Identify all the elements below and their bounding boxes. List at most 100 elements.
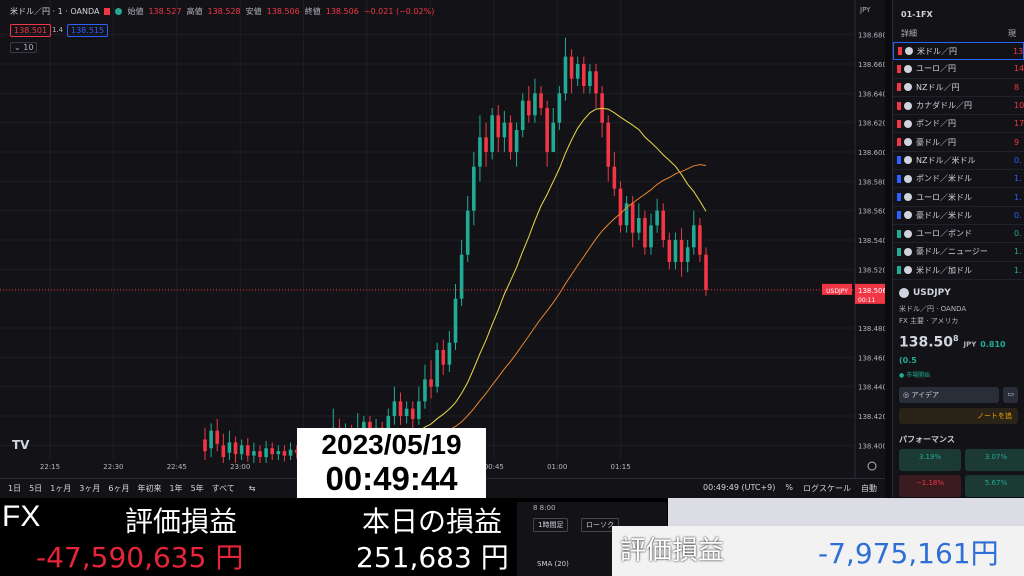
currency-icon — [904, 174, 912, 183]
idea-button[interactable]: ◎ アイデア — [899, 386, 1000, 403]
chart-pane[interactable]: 138.680 138.660 138.640 138.620 138.600 138.5… — [0, 0, 885, 497]
note-button[interactable]: ノートを追 — [899, 407, 1018, 424]
candle-body — [404, 408, 409, 416]
watchlist-item[interactable]: ユーロ／米ドル 1. — [893, 188, 1024, 207]
candle-body — [661, 210, 666, 240]
candle-body — [429, 379, 433, 387]
detail-symbol[interactable]: USDJPY — [913, 288, 951, 298]
candle-body — [221, 445, 226, 458]
price-tick-label: 138.520 — [858, 266, 885, 274]
watchlist-item-name: カナダドル／円 — [916, 101, 972, 111]
candle-body — [258, 451, 262, 458]
eval-value: -47,590,635 円 — [36, 541, 244, 574]
candle-body — [612, 166, 617, 189]
flag-icon — [897, 119, 901, 128]
idea-button-label: アイデア — [911, 390, 939, 399]
candle-body — [282, 451, 287, 456]
percent-toggle[interactable]: % — [785, 483, 793, 494]
watchlist-item[interactable]: NZドル／米ドル 0. — [893, 152, 1024, 171]
fx-label: FX — [2, 500, 41, 533]
candle-body — [655, 210, 659, 226]
price-tick-label: 138.420 — [858, 413, 885, 421]
watchlist-item[interactable]: ポンド／米ドル 1. — [893, 170, 1024, 189]
calendar-icon[interactable]: ⇆ — [249, 484, 256, 493]
watchlist-title[interactable]: 01-1FX — [893, 0, 1024, 25]
candlestick-chart[interactable]: 138.680 138.660 138.640 138.620 138.600 138.5… — [0, 0, 885, 478]
sma-slow-line — [443, 164, 707, 433]
performance-cell[interactable]: −1.18% — [899, 474, 961, 497]
watchlist-item[interactable]: 豪ドル／円 9 — [893, 133, 1024, 152]
performance-cell[interactable]: 3.07%1M — [965, 448, 1024, 482]
mini-interval-button[interactable]: 1時間足 — [533, 518, 569, 532]
symbol-title[interactable]: 米ドル／円 · 1 · OANDA — [10, 6, 99, 17]
watchlist-item[interactable]: ポンド／円 17 — [893, 115, 1024, 134]
range-button[interactable]: すべて — [212, 483, 235, 494]
candle-body — [233, 442, 238, 455]
low-value: 138.506 — [266, 7, 300, 16]
watchlist-item[interactable]: NZドル／円 8 — [893, 79, 1024, 97]
range-button[interactable]: 5日 — [29, 483, 42, 494]
candle-body — [447, 342, 452, 365]
today-label: 本日の損益 — [362, 505, 503, 538]
spread-value: 1.4 — [52, 26, 64, 34]
range-button[interactable]: 年初来 — [137, 483, 161, 494]
candle-body — [649, 225, 653, 248]
log-scale-toggle[interactable]: ログスケール — [803, 483, 851, 494]
performance-value: 3.19% — [918, 452, 942, 461]
watchlist-item[interactable]: 米ドル／加ドル 1. — [893, 262, 1024, 280]
watchlist-item[interactable]: ユーロ／ポンド 0. — [893, 225, 1024, 244]
flag-icon — [897, 156, 901, 165]
close-value: 138.506 — [325, 7, 359, 16]
eval2-value: -7,975,161円 — [818, 537, 999, 570]
range-button[interactable]: 1日 — [8, 483, 21, 494]
watchlist-item-name: ポンド／円 — [916, 119, 956, 129]
col-detail[interactable]: 詳細 — [901, 28, 917, 39]
candle-body — [465, 210, 470, 255]
price-tick-label: 138.600 — [858, 149, 885, 157]
candle-body — [679, 240, 684, 262]
price-tick-label: 138.660 — [858, 61, 885, 69]
range-button[interactable]: 6ヶ月 — [108, 483, 129, 494]
sell-button[interactable]: 138.501 — [10, 24, 52, 37]
watchlist-rows: 米ドル／円 13 ユーロ／円 14 NZドル／円 8 カナダドル／円 10 ポンド／円 17 豪ドル… — [893, 42, 1024, 280]
currency-icon — [904, 193, 912, 202]
watchlist-item[interactable]: カナダドル／円 10 — [893, 97, 1024, 116]
performance-cell[interactable]: 3.19%1W — [899, 448, 961, 482]
tradingview-logo-icon: TV — [12, 438, 30, 452]
col-price[interactable]: 現 — [1008, 28, 1016, 39]
price-tick-label: 138.480 — [858, 325, 885, 333]
watchlist-item[interactable]: ユーロ／円 14 — [893, 60, 1024, 79]
flag-icon — [897, 229, 901, 238]
candle-body — [588, 71, 592, 86]
time-tick-label: 22:15 — [40, 463, 60, 471]
sma-fast-line — [321, 107, 707, 452]
range-button[interactable]: 1ヶ月 — [50, 483, 71, 494]
flag-icon — [897, 64, 901, 73]
watchlist-item[interactable]: 豪ドル／米ドル 0. — [893, 207, 1024, 225]
watchlist-item-name: ユーロ／ポンド — [916, 229, 972, 239]
time-tick-label: 00:45 — [484, 463, 504, 471]
watchlist-item[interactable]: 米ドル／円 13 — [893, 42, 1024, 61]
watchlist-item-price: 1. — [1014, 247, 1022, 257]
flag-icon — [897, 211, 901, 220]
watchlist-item-name: 豪ドル／円 — [916, 137, 956, 147]
watchlist-item-name: ポンド／米ドル — [916, 174, 972, 184]
buy-button[interactable]: 138.515 — [67, 24, 109, 37]
high-label: 高値 — [186, 7, 203, 16]
watchlist-item-price: 17 — [1014, 119, 1024, 129]
stamp-time: 00:49:44 — [325, 460, 458, 497]
high-value: 138.528 — [207, 7, 241, 16]
range-button[interactable]: 1年 — [169, 483, 182, 494]
watchlist-item-price: 1. — [1014, 192, 1022, 202]
range-button[interactable]: 5年 — [191, 483, 204, 494]
candle-body — [698, 225, 702, 255]
indicator-toggle[interactable]: ⌄ 10 — [10, 42, 38, 53]
watchlist-item[interactable]: 豪ドル／ニュージー 1. — [893, 243, 1024, 262]
range-button[interactable]: 3ヶ月 — [79, 483, 100, 494]
candle-body — [551, 122, 556, 152]
auto-scale-toggle[interactable]: 自動 — [861, 483, 877, 494]
message-icon[interactable]: ▭ — [1003, 386, 1018, 403]
change-value: −0.021 (−0.02%) — [363, 7, 435, 16]
watchlist-item-name: ユーロ／円 — [916, 64, 956, 74]
performance-cell[interactable]: 5.67% — [965, 474, 1024, 497]
